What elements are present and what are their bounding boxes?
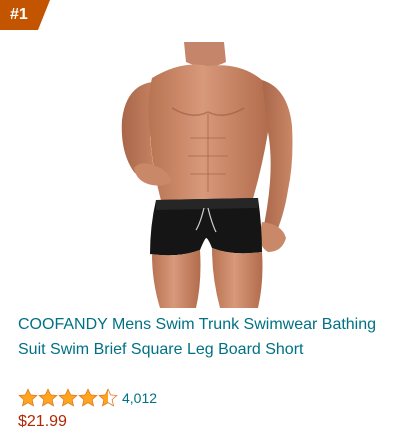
star-full-icon xyxy=(38,388,58,407)
product-title-link[interactable]: COOFANDY Mens Swim Trunk Swimwear Bathin… xyxy=(18,312,390,362)
star-full-icon xyxy=(18,388,38,407)
product-image[interactable] xyxy=(112,42,302,308)
rank-badge: #1 xyxy=(0,0,50,30)
product-card: #1 COOFANDY Mens Swim Trunk Swimwear Bat… xyxy=(0,0,407,433)
star-half-icon xyxy=(98,388,118,407)
star-full-icon xyxy=(78,388,98,407)
star-full-icon xyxy=(58,388,78,407)
rating-stars[interactable] xyxy=(18,388,118,408)
price[interactable]: $21.99 xyxy=(18,412,67,432)
rating-row: 4,012 xyxy=(18,387,157,409)
review-count-link[interactable]: 4,012 xyxy=(122,390,157,406)
